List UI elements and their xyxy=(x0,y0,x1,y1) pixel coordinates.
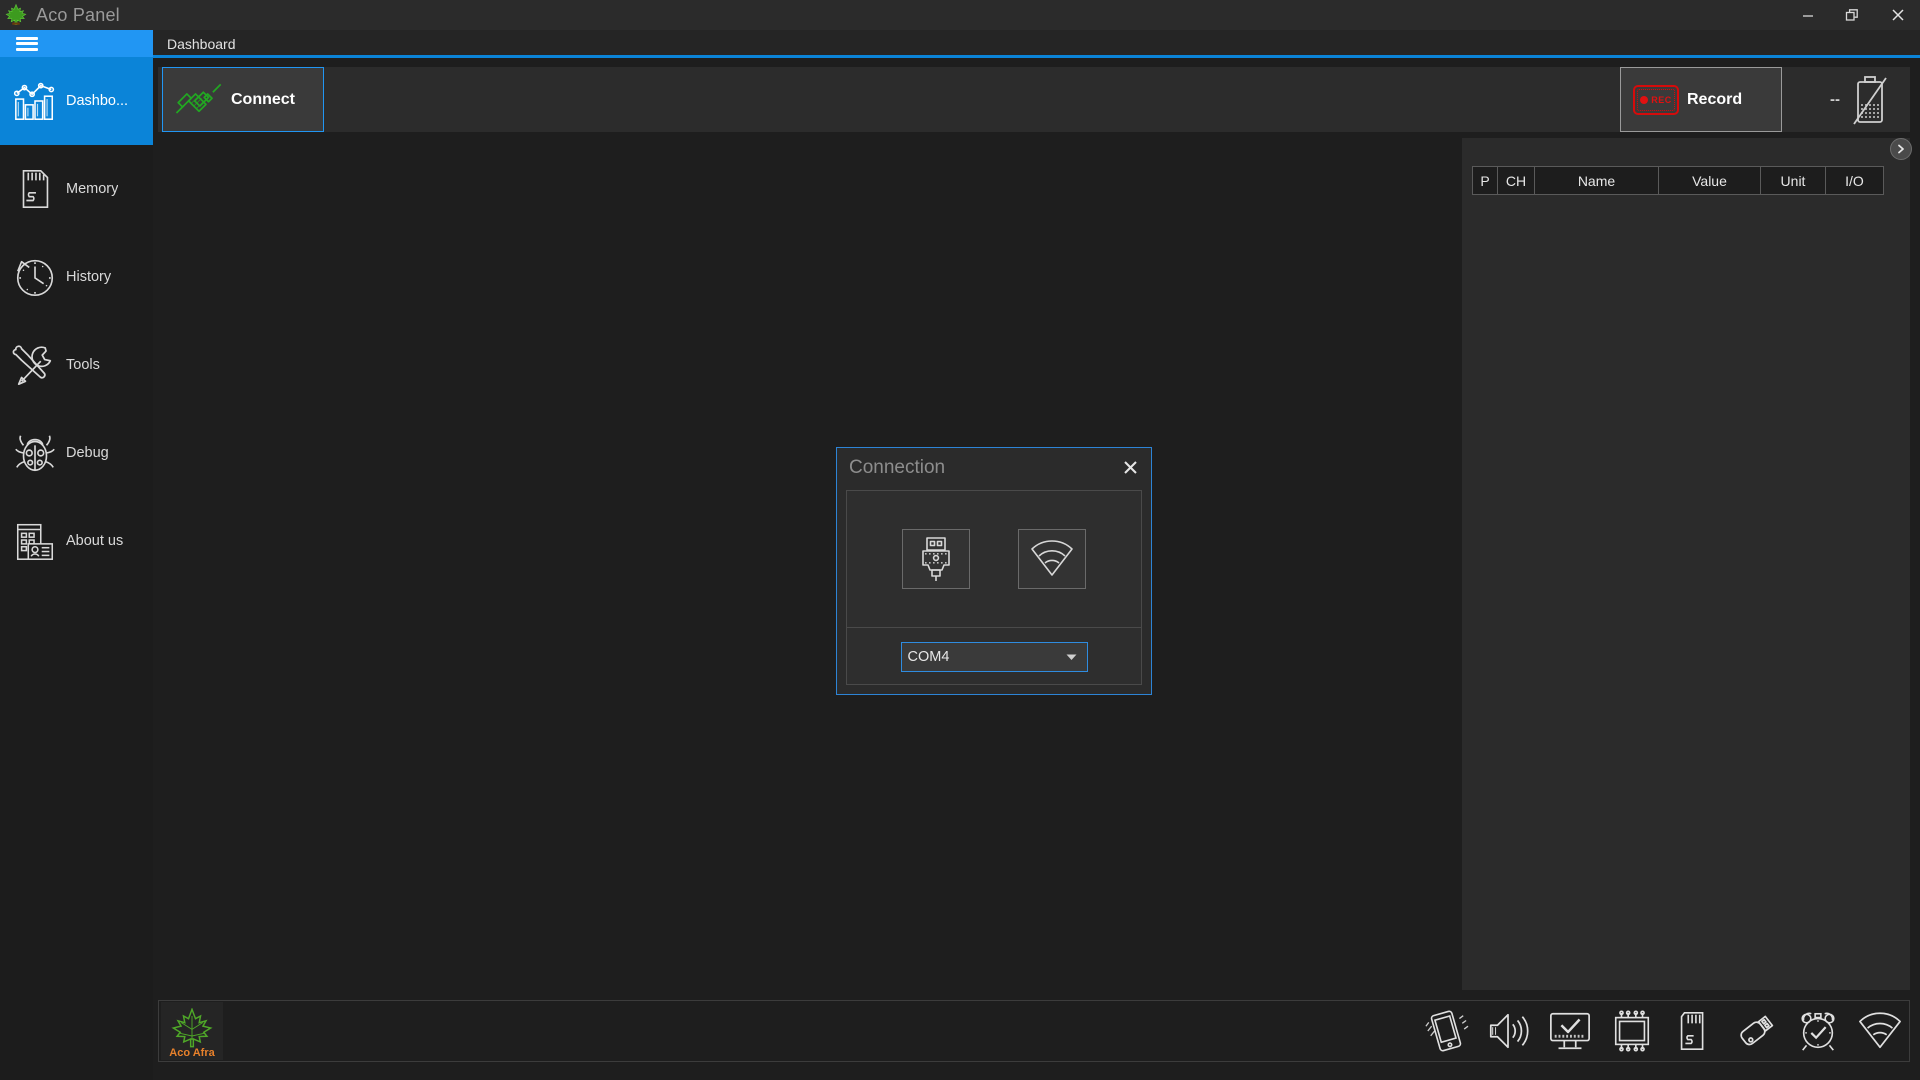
connection-mode-row xyxy=(847,491,1141,628)
minimize-icon[interactable] xyxy=(1785,0,1830,30)
sidebar-item-label: Tools xyxy=(66,357,100,373)
close-icon[interactable] xyxy=(1875,0,1920,30)
port-select[interactable]: COM4 xyxy=(900,641,1088,672)
column-header-unit[interactable]: Unit xyxy=(1761,167,1826,194)
sd-card-icon[interactable] xyxy=(1671,1009,1717,1053)
ic-chip-icon[interactable] xyxy=(1609,1009,1655,1053)
sidebar: Dashbo... Memory History Tools Debug Abo… xyxy=(0,57,153,1080)
sidebar-item-dashboard[interactable]: Dashbo... xyxy=(0,57,153,145)
sidebar-item-memory[interactable]: Memory xyxy=(0,145,153,233)
hamburger-menu-icon[interactable] xyxy=(0,30,153,57)
tools-wrench-screwdriver-icon xyxy=(12,345,52,386)
tab-underline xyxy=(153,55,1920,58)
hamburger-bar xyxy=(16,42,38,45)
channel-panel: P CH Name Value Unit I/O xyxy=(1462,138,1910,990)
column-header-name[interactable]: Name xyxy=(1535,167,1659,194)
brand-logo: Aco Afra xyxy=(161,1002,223,1060)
title-bar: Aco Panel xyxy=(0,0,1920,30)
maple-leaf-logo xyxy=(5,3,27,26)
monitor-check-icon[interactable] xyxy=(1547,1009,1593,1053)
sidebar-item-about-us[interactable]: About us xyxy=(0,497,153,585)
dialog-body: COM4 xyxy=(846,490,1142,685)
clock-rewind-icon xyxy=(16,259,54,297)
usb-connector-icon xyxy=(922,537,950,581)
sidebar-item-label: History xyxy=(66,269,112,285)
hamburger-bar xyxy=(16,47,38,51)
record-button[interactable]: REC Record xyxy=(1620,67,1782,132)
chart-bars-icon xyxy=(13,82,55,120)
speaker-volume-icon[interactable] xyxy=(1485,1009,1531,1053)
column-header-io[interactable]: I/O xyxy=(1826,167,1883,194)
dashboard-canvas[interactable] xyxy=(158,138,1461,990)
hamburger-bar xyxy=(16,36,38,40)
building-id-card-icon xyxy=(16,523,54,560)
battery-status: -- xyxy=(1792,67,1902,132)
battery-level-text: -- xyxy=(1830,91,1840,108)
chevron-down-icon[interactable] xyxy=(1063,643,1081,671)
rec-badge-text: REC xyxy=(1651,94,1672,105)
vibration-phone-icon[interactable] xyxy=(1423,1009,1469,1053)
status-icon-tray xyxy=(1423,1001,1903,1061)
status-bar: Aco Afra xyxy=(158,1000,1910,1062)
channel-table-header: P CH Name Value Unit I/O xyxy=(1472,166,1884,195)
sidebar-item-label: Debug xyxy=(66,445,109,461)
connect-button[interactable]: Connect xyxy=(162,67,324,132)
tab-label: Dashboard xyxy=(167,35,236,52)
connection-dialog: Connection COM4 xyxy=(836,447,1152,695)
plug-connector-icon xyxy=(175,83,222,114)
wireless-connection-button[interactable] xyxy=(1018,529,1086,589)
wifi-signal-icon[interactable] xyxy=(1857,1009,1903,1053)
connect-label: Connect xyxy=(231,90,295,108)
wifi-signal-icon xyxy=(1031,540,1073,576)
record-label: Record xyxy=(1687,90,1743,108)
column-header-p[interactable]: P xyxy=(1473,167,1498,194)
alarm-clock-check-icon[interactable] xyxy=(1795,1009,1841,1053)
column-header-value[interactable]: Value xyxy=(1659,167,1761,194)
port-select-value: COM4 xyxy=(907,648,950,665)
rec-badge-icon: REC xyxy=(1633,84,1679,115)
sd-card-icon xyxy=(22,169,49,209)
maple-leaf-logo xyxy=(171,1008,213,1048)
chevron-right-icon[interactable] xyxy=(1890,138,1912,160)
close-icon[interactable] xyxy=(1119,456,1141,478)
window-title: Aco Panel xyxy=(36,4,120,25)
dialog-footer: COM4 xyxy=(847,628,1141,685)
sidebar-item-label: Memory xyxy=(66,181,119,197)
sidebar-item-debug[interactable]: Debug xyxy=(0,409,153,497)
sidebar-item-tools[interactable]: Tools xyxy=(0,321,153,409)
usb-flash-drive-icon[interactable] xyxy=(1733,1009,1779,1053)
brand-text: Aco Afra xyxy=(169,1047,215,1059)
ladybug-icon xyxy=(15,435,55,472)
dialog-title: Connection xyxy=(849,457,946,478)
sidebar-item-label: Dashbo... xyxy=(66,93,129,109)
window-controls xyxy=(1785,0,1920,30)
rec-dot-icon xyxy=(1640,95,1649,104)
column-header-ch[interactable]: CH xyxy=(1498,167,1535,194)
sidebar-item-history[interactable]: History xyxy=(0,233,153,321)
restore-icon[interactable] xyxy=(1830,0,1875,30)
sidebar-item-label: About us xyxy=(66,533,124,549)
tab-dashboard[interactable]: Dashboard xyxy=(153,30,250,57)
battery-disconnected-icon xyxy=(1853,75,1887,125)
usb-connection-button[interactable] xyxy=(902,529,970,589)
menu-strip: Dashboard xyxy=(0,30,1920,57)
toolbar: Connect REC Record -- xyxy=(158,67,1910,132)
